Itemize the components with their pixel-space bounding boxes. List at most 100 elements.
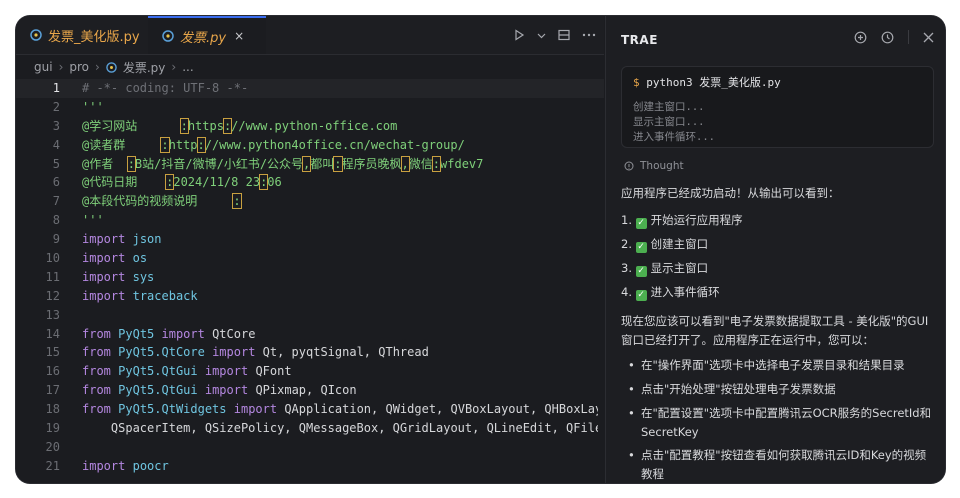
chevron-right-icon: › — [58, 60, 64, 74]
code-text: import os — [82, 251, 148, 266]
new-chat-icon[interactable] — [854, 31, 867, 44]
code-line[interactable]: 21 import poocr — [16, 457, 604, 476]
step-item: 4. ✓ 进入事件循环 — [621, 285, 720, 301]
step-text: 创建主窗口 — [650, 237, 709, 251]
code-line[interactable]: 10 import os — [16, 249, 604, 268]
ai-chat-panel: TRAE $ python3 发票_美化版.py 创建主窗口... 显示主窗口.… — [605, 16, 945, 483]
step-text: 显示主窗口 — [650, 261, 709, 275]
code-line[interactable]: 8 ''' — [16, 211, 604, 230]
line-number: 18 — [45, 402, 60, 417]
line-number: 16 — [45, 364, 60, 379]
thought-label: Thought — [640, 160, 684, 172]
breadcrumb: gui › pro › 发票.py › ... — [34, 56, 194, 78]
code-line[interactable]: 20 — [16, 438, 604, 457]
code-line[interactable]: 3 @学习网站 :https://www.python-office.com — [16, 117, 604, 136]
python-file-icon — [30, 29, 42, 41]
lightbulb-icon — [624, 161, 634, 171]
run-icon[interactable] — [513, 29, 525, 41]
code-text: QSpacerItem, QSizePolicy, QMessageBox, Q… — [82, 421, 598, 436]
more-icon[interactable] — [582, 29, 596, 41]
breadcrumb-item[interactable]: pro — [69, 60, 89, 74]
editor-actions — [513, 16, 596, 54]
code-text: import json — [82, 232, 162, 247]
terminal-command: $ python3 发票_美化版.py — [633, 74, 781, 90]
code-text: from PyQt5.QtGui import QFont — [82, 364, 292, 379]
close-icon[interactable]: × — [234, 29, 244, 43]
code-line[interactable]: 6 @代码日期 :2024/11/8 23:06 — [16, 173, 604, 192]
code-line[interactable]: 2 ''' — [16, 98, 604, 117]
terminal-output-line: 进入事件循环... — [633, 131, 715, 143]
step-item: 3. ✓ 显示主窗口 — [621, 261, 709, 277]
history-icon[interactable] — [881, 31, 894, 44]
line-number: 1 — [52, 81, 60, 95]
code-text: import sys — [82, 269, 155, 284]
chevron-down-icon[interactable] — [537, 31, 546, 40]
line-number: 17 — [45, 383, 60, 398]
step-text: 开始运行应用程序 — [650, 213, 743, 227]
tab-fapiao[interactable]: 发票.py × — [148, 16, 266, 54]
message-paragraph: 现在您应该可以看到"电子发票数据提取工具 - 美化版"的GUI窗口已经打开了。应… — [621, 314, 929, 347]
code-line[interactable]: 14 from PyQt5 import QtCore — [16, 325, 604, 344]
terminal-output-card: $ python3 发票_美化版.py 创建主窗口... 显示主窗口... 进入… — [621, 66, 934, 148]
app-window: 发票_美化版.py 发票.py × gui › pro › 发票.py › ..… — [16, 16, 945, 483]
close-icon[interactable] — [923, 32, 934, 43]
line-number: 14 — [45, 326, 60, 341]
code-line[interactable]: 18 from PyQt5.QtWidgets import QApplicati… — [16, 400, 604, 419]
line-number: 12 — [45, 288, 60, 303]
line-number: 3 — [52, 118, 60, 133]
code-text: @学习网站 :https://www.python-office.com — [82, 117, 398, 134]
split-editor-icon[interactable] — [558, 29, 570, 41]
python-file-icon — [162, 30, 174, 42]
divider — [908, 30, 909, 44]
code-line[interactable]: 12 import traceback — [16, 287, 604, 306]
code-line[interactable]: 7 @本段代码的视频说明 : — [16, 192, 604, 211]
code-line[interactable]: 19 QSpacerItem, QSizePolicy, QMessageBox… — [16, 419, 604, 438]
code-text: ''' — [82, 99, 104, 114]
code-area[interactable]: 1 # -*- coding: UTF-8 -*- 2 ''' 3 @学习网站 :http… — [16, 79, 604, 483]
panel-title: TRAE — [621, 33, 658, 47]
breadcrumb-item[interactable]: 发票.py — [123, 59, 166, 76]
code-line[interactable]: 13 — [16, 306, 604, 325]
prompt-symbol: $ — [633, 76, 640, 89]
code-editor: 发票_美化版.py 发票.py × gui › pro › 发票.py › ..… — [16, 16, 604, 483]
code-text: import poocr — [82, 458, 169, 473]
code-text: @作者 :B站/抖音/微博/小红书/公众号,都叫:程序员晚枫,微信:wfdev7 — [82, 155, 484, 172]
message-intro: 应用程序已经成功启动！从输出可以看到： — [621, 186, 840, 200]
code-text: # -*- coding: UTF-8 -*- — [82, 81, 249, 95]
line-number: 15 — [45, 345, 60, 360]
line-number: 9 — [52, 232, 60, 247]
code-line[interactable]: 9 import json — [16, 230, 604, 249]
step-item: 2. ✓ 创建主窗口 — [621, 237, 709, 253]
terminal-output-line: 创建主窗口... — [633, 101, 705, 113]
code-text: from PyQt5.QtGui import QPixmap, QIcon — [82, 383, 357, 398]
code-line[interactable]: 1 # -*- coding: UTF-8 -*- — [16, 79, 604, 98]
code-text: from PyQt5.QtWidgets import QApplication… — [82, 402, 598, 417]
list-item: 在"操作界面"选项卡中选择电子发票目录和结果目录 — [628, 356, 933, 375]
code-line[interactable]: 16 from PyQt5.QtGui import QFont — [16, 362, 604, 381]
checkmark-icon: ✓ — [635, 290, 647, 301]
code-text: from PyQt5 import QtCore — [82, 326, 256, 341]
breadcrumb-item[interactable]: gui — [34, 60, 53, 74]
line-number: 21 — [45, 458, 60, 473]
tab-fapiao-meihua[interactable]: 发票_美化版.py — [30, 16, 148, 54]
code-line[interactable]: 4 @读者群 :http://www.python4office.cn/wecha… — [16, 136, 604, 155]
list-item: 点击"开始处理"按钮处理电子发票数据 — [628, 380, 933, 399]
thought-toggle[interactable]: Thought — [624, 160, 684, 172]
breadcrumb-item[interactable]: ... — [182, 60, 193, 74]
code-line[interactable]: 11 import sys — [16, 268, 604, 287]
chevron-right-icon: › — [171, 60, 177, 74]
code-text: from PyQt5.QtCore import Qt, pyqtSignal,… — [82, 345, 429, 360]
checkmark-icon: ✓ — [635, 242, 647, 253]
code-line[interactable]: 15 from PyQt5.QtCore import Qt, pyqtSigna… — [16, 343, 604, 362]
command-text: python3 发票_美化版.py — [646, 76, 781, 89]
tab-label: 发票_美化版.py — [48, 29, 140, 45]
list-item: 在"配置设置"选项卡中配置腾讯云OCR服务的SecretId和SecretKey — [628, 404, 933, 442]
list-item: 点击"配置教程"按钮查看如何获取腾讯云ID和Key的视频教程 — [628, 446, 933, 483]
line-number: 11 — [45, 269, 60, 284]
line-number: 20 — [45, 439, 60, 454]
code-line[interactable]: 17 from PyQt5.QtGui import QPixmap, QIcon — [16, 381, 604, 400]
tab-bar: 发票_美化版.py 发票.py × — [16, 16, 604, 55]
panel-actions — [854, 30, 934, 44]
code-line[interactable]: 5 @作者 :B站/抖音/微博/小红书/公众号,都叫:程序员晚枫,微信:wfdev… — [16, 155, 604, 174]
line-number: 10 — [45, 251, 60, 266]
